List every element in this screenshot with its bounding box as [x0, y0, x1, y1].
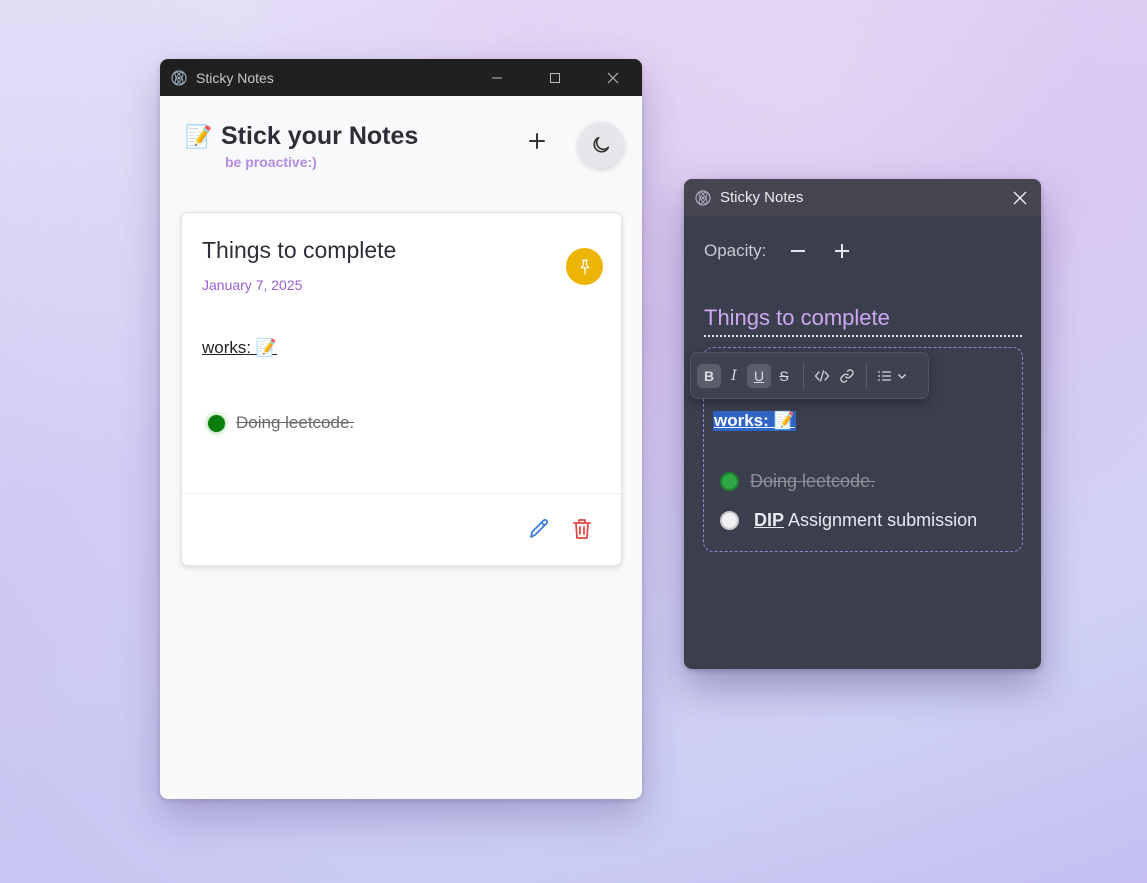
strikethrough-button[interactable]: S: [772, 364, 796, 388]
window-title: Sticky Notes: [720, 189, 804, 206]
opacity-decrease-button[interactable]: [786, 239, 810, 263]
plus-icon: [835, 244, 850, 258]
selected-works-text[interactable]: works: 📝: [713, 411, 796, 431]
code-icon: [814, 369, 830, 382]
opacity-increase-button[interactable]: [830, 239, 854, 263]
link-button[interactable]: [835, 364, 859, 388]
chevron-down-icon: [897, 373, 906, 379]
note-title-input[interactable]: Things to complete: [704, 305, 1022, 337]
list-dropdown-button[interactable]: [873, 364, 911, 388]
main-window: Sticky Notes 📝 Stick your Notes be proac…: [160, 59, 642, 799]
opacity-control: Opacity:: [704, 239, 854, 263]
edit-icon: [530, 519, 548, 538]
todo-checkbox[interactable]: [720, 511, 739, 530]
bold-button[interactable]: B: [697, 363, 721, 388]
moon-icon: [593, 136, 610, 153]
todo-checkbox[interactable]: [720, 472, 739, 491]
minimize-button[interactable]: [468, 59, 526, 96]
opacity-label: Opacity:: [704, 241, 767, 260]
note-card[interactable]: Things to complete January 7, 2025 works…: [181, 212, 622, 566]
todo-item: Doing leetcode.: [208, 413, 354, 433]
toolbar-divider: [803, 362, 804, 389]
format-toolbar: B I U S: [690, 352, 929, 399]
app-header: 📝 Stick your Notes be proactive:): [160, 96, 642, 208]
app-title: Stick your Notes: [221, 122, 419, 150]
italic-button[interactable]: I: [722, 364, 746, 388]
maximize-icon: [550, 72, 560, 83]
delete-button[interactable]: [571, 517, 593, 541]
todo-text: Doing leetcode.: [236, 413, 355, 432]
maximize-button[interactable]: [526, 59, 584, 96]
todo-rest-text: Assignment submission: [784, 510, 978, 530]
close-icon: [1013, 191, 1027, 204]
app-icon: [695, 189, 711, 206]
card-divider: [182, 493, 621, 494]
todo-item: DIP Assignment submission: [720, 510, 977, 531]
note-window: Sticky Notes Opacity: Things to complete…: [684, 179, 1041, 669]
add-note-button[interactable]: [522, 126, 552, 156]
todo-text: DIP Assignment submission: [754, 510, 977, 531]
code-button[interactable]: [810, 364, 834, 388]
plus-icon: [529, 133, 545, 149]
close-button[interactable]: [584, 59, 642, 96]
note-title: Things to complete: [202, 237, 397, 263]
pin-icon: [580, 259, 589, 274]
title-bar[interactable]: Sticky Notes: [160, 59, 642, 96]
note-works-text: works: 📝: [202, 338, 278, 357]
note-title-bar[interactable]: Sticky Notes: [684, 179, 1041, 216]
app-subtitle: be proactive:): [225, 154, 317, 170]
minus-icon: [791, 250, 806, 252]
minimize-icon: [492, 77, 502, 78]
close-button[interactable]: [999, 179, 1041, 216]
todo-text: Doing leetcode.: [750, 471, 876, 491]
app-icon: [171, 69, 187, 86]
list-icon: [877, 370, 891, 381]
underline-button[interactable]: U: [747, 363, 771, 388]
note-date: January 7, 2025: [202, 277, 303, 293]
trash-icon: [573, 519, 591, 539]
todo-bold-text: DIP: [754, 510, 785, 530]
close-icon: [607, 72, 619, 83]
pin-button[interactable]: [566, 248, 603, 285]
window-title: Sticky Notes: [196, 69, 274, 86]
toolbar-divider: [866, 362, 867, 389]
link-icon: [840, 368, 854, 383]
todo-checkbox[interactable]: [208, 414, 225, 432]
edit-button[interactable]: [527, 517, 551, 541]
memo-icon: 📝: [185, 124, 213, 149]
theme-toggle-button[interactable]: [578, 122, 624, 168]
todo-item: Doing leetcode.: [720, 471, 875, 492]
